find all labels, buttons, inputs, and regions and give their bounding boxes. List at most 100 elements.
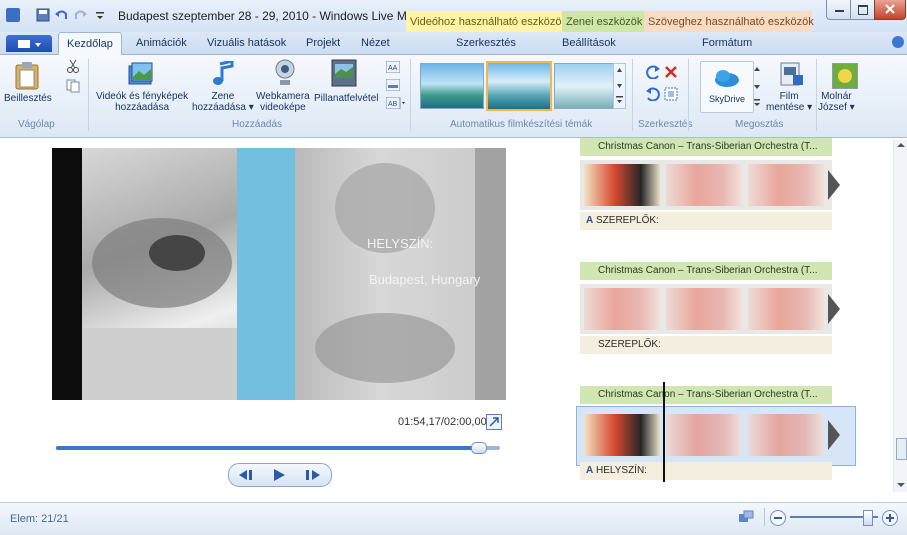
tab-project[interactable]: Projekt	[306, 37, 340, 49]
thumbnail-size-button[interactable]	[738, 510, 754, 524]
tab-video-tools[interactable]: Videóhoz használható eszközök	[406, 11, 567, 32]
clip-thumbnail[interactable]	[666, 414, 742, 456]
scroll-down-icon[interactable]	[897, 482, 905, 488]
group-label-share: Megosztás	[735, 119, 784, 130]
paste-button[interactable]: Beillesztés	[4, 93, 52, 104]
tab-animations[interactable]: Animációk	[136, 37, 187, 49]
snapshot-button[interactable]: Pillanatfelvétel	[314, 93, 378, 104]
scrollbar-thumb[interactable]	[896, 438, 907, 460]
seek-handle[interactable]	[470, 442, 487, 454]
timecode: 01:54,17/02:00,00	[398, 416, 487, 428]
close-button[interactable]	[874, 0, 906, 20]
maximize-button[interactable]	[850, 0, 876, 20]
tab-edit[interactable]: Szerkesztés	[456, 37, 516, 49]
theme-thumbnail-2[interactable]	[486, 61, 552, 111]
skydrive-button[interactable]: SkyDrive	[700, 61, 754, 113]
caption-track-2[interactable]: SZEREPLŐK:	[580, 336, 832, 354]
add-videos-photos-label[interactable]: Videók és fényképek hozzáadása	[96, 91, 188, 113]
zoom-in-button[interactable]	[882, 510, 898, 526]
caption-track-1[interactable]: A SZEREPLŐK:	[580, 212, 832, 230]
group-separator	[816, 59, 817, 131]
next-frame-button[interactable]	[301, 468, 325, 482]
transition-arrow-icon	[828, 170, 840, 200]
application-menu-button[interactable]	[6, 35, 52, 52]
clip-strip-2[interactable]	[580, 284, 840, 334]
clip-thumbnail[interactable]	[584, 164, 660, 206]
clip-strip-1[interactable]	[580, 160, 840, 210]
webcam-video-button[interactable]: Webkamera videoképe	[256, 91, 310, 113]
zoom-slider-handle[interactable]	[862, 510, 873, 526]
fullscreen-button[interactable]	[486, 414, 502, 430]
save-movie-button[interactable]: Film mentése ▾	[766, 91, 812, 113]
redo-icon[interactable]	[74, 8, 88, 22]
theme-gallery-scroll[interactable]	[613, 63, 626, 109]
cloud-icon	[715, 70, 739, 87]
clip-thumbnail[interactable]	[748, 164, 824, 206]
tab-view[interactable]: Nézet	[361, 37, 390, 49]
tab-visual-effects[interactable]: Vizuális hatások	[207, 37, 286, 49]
remove-icon[interactable]	[664, 65, 678, 82]
webcam-icon	[274, 59, 296, 90]
preview-caption-title: HELYSZÍN:	[367, 236, 434, 251]
help-icon[interactable]	[892, 36, 904, 48]
rotate-left-icon[interactable]	[646, 65, 660, 82]
audio-track-1[interactable]: Christmas Canon – Trans-Siberian Orchest…	[580, 138, 832, 156]
cut-icon[interactable]	[66, 59, 80, 76]
maximize-icon	[858, 5, 868, 15]
tab-format[interactable]: Formátum	[702, 37, 752, 49]
ribbon-tab-row: Kezdőlap Animációk Vizuális hatások Proj…	[0, 32, 907, 55]
skydrive-label: SkyDrive	[708, 94, 745, 104]
add-videos-photos-icon	[128, 61, 154, 90]
group-separator	[410, 59, 411, 131]
item-count: Elem: 21/21	[10, 513, 69, 525]
playback-controls	[228, 463, 332, 487]
caption-icon[interactable]	[385, 78, 401, 94]
video-preview[interactable]: HELYSZÍN: Budapest, Hungary	[52, 148, 506, 400]
tab-options[interactable]: Beállítások	[562, 37, 616, 49]
storyboard-scrollbar[interactable]	[893, 140, 907, 492]
thumbnail-size-icon	[739, 510, 754, 522]
audio-track-3[interactable]: Christmas Canon – Trans-Siberian Orchest…	[580, 386, 832, 404]
clip-thumbnail[interactable]	[748, 414, 824, 456]
minimize-icon	[835, 10, 844, 12]
theme-thumbnail-3[interactable]	[554, 63, 614, 109]
playhead[interactable]	[663, 382, 665, 482]
scroll-up-icon[interactable]	[897, 142, 905, 148]
app-icon[interactable]	[6, 8, 20, 22]
clip-thumbnail[interactable]	[748, 288, 824, 330]
clip-thumbnail[interactable]	[666, 288, 742, 330]
play-button[interactable]	[269, 467, 289, 483]
undo-icon[interactable]	[54, 8, 68, 22]
zoom-out-button[interactable]	[770, 510, 786, 526]
audio-track-2[interactable]: Christmas Canon – Trans-Siberian Orchest…	[580, 262, 832, 280]
minimize-button[interactable]	[826, 0, 852, 20]
clip-strip-3[interactable]	[580, 410, 840, 460]
clip-thumbnail[interactable]	[584, 414, 660, 456]
caption-track-3[interactable]: A HELYSZÍN:	[580, 462, 832, 480]
fullscreen-icon	[489, 417, 499, 427]
tab-music-tools[interactable]: Zenei eszközök	[562, 11, 646, 32]
clip-thumbnail[interactable]	[666, 164, 742, 206]
previous-frame-icon	[239, 470, 252, 480]
group-label-add: Hozzáadás	[232, 119, 283, 130]
group-separator	[688, 59, 689, 131]
add-music-button[interactable]: Zene hozzáadása ▾	[192, 91, 254, 113]
user-account-button[interactable]: Molnár József ▾	[818, 91, 855, 113]
rotate-right-icon[interactable]	[646, 87, 660, 104]
copy-icon[interactable]	[66, 79, 80, 96]
tab-text-tools[interactable]: Szöveghez használható eszközök	[644, 11, 814, 32]
clip-thumbnail[interactable]	[584, 288, 660, 330]
transition-band	[237, 148, 295, 400]
previous-frame-button[interactable]	[235, 468, 259, 482]
theme-thumbnail-1[interactable]	[420, 63, 484, 109]
credits-icon[interactable]: AB	[385, 96, 406, 112]
save-icon[interactable]	[36, 8, 50, 22]
caption-title-icon[interactable]: AA	[385, 60, 401, 76]
caption-slide: HELYSZÍN: Budapest, Hungary	[295, 148, 506, 400]
next-frame-icon	[306, 470, 320, 480]
select-all-icon[interactable]	[664, 87, 678, 104]
tab-home[interactable]: Kezdőlap	[58, 32, 122, 55]
customize-toolbar-icon[interactable]	[95, 8, 109, 22]
music-note-icon	[212, 59, 234, 90]
share-gallery-scroll[interactable]	[752, 61, 762, 111]
